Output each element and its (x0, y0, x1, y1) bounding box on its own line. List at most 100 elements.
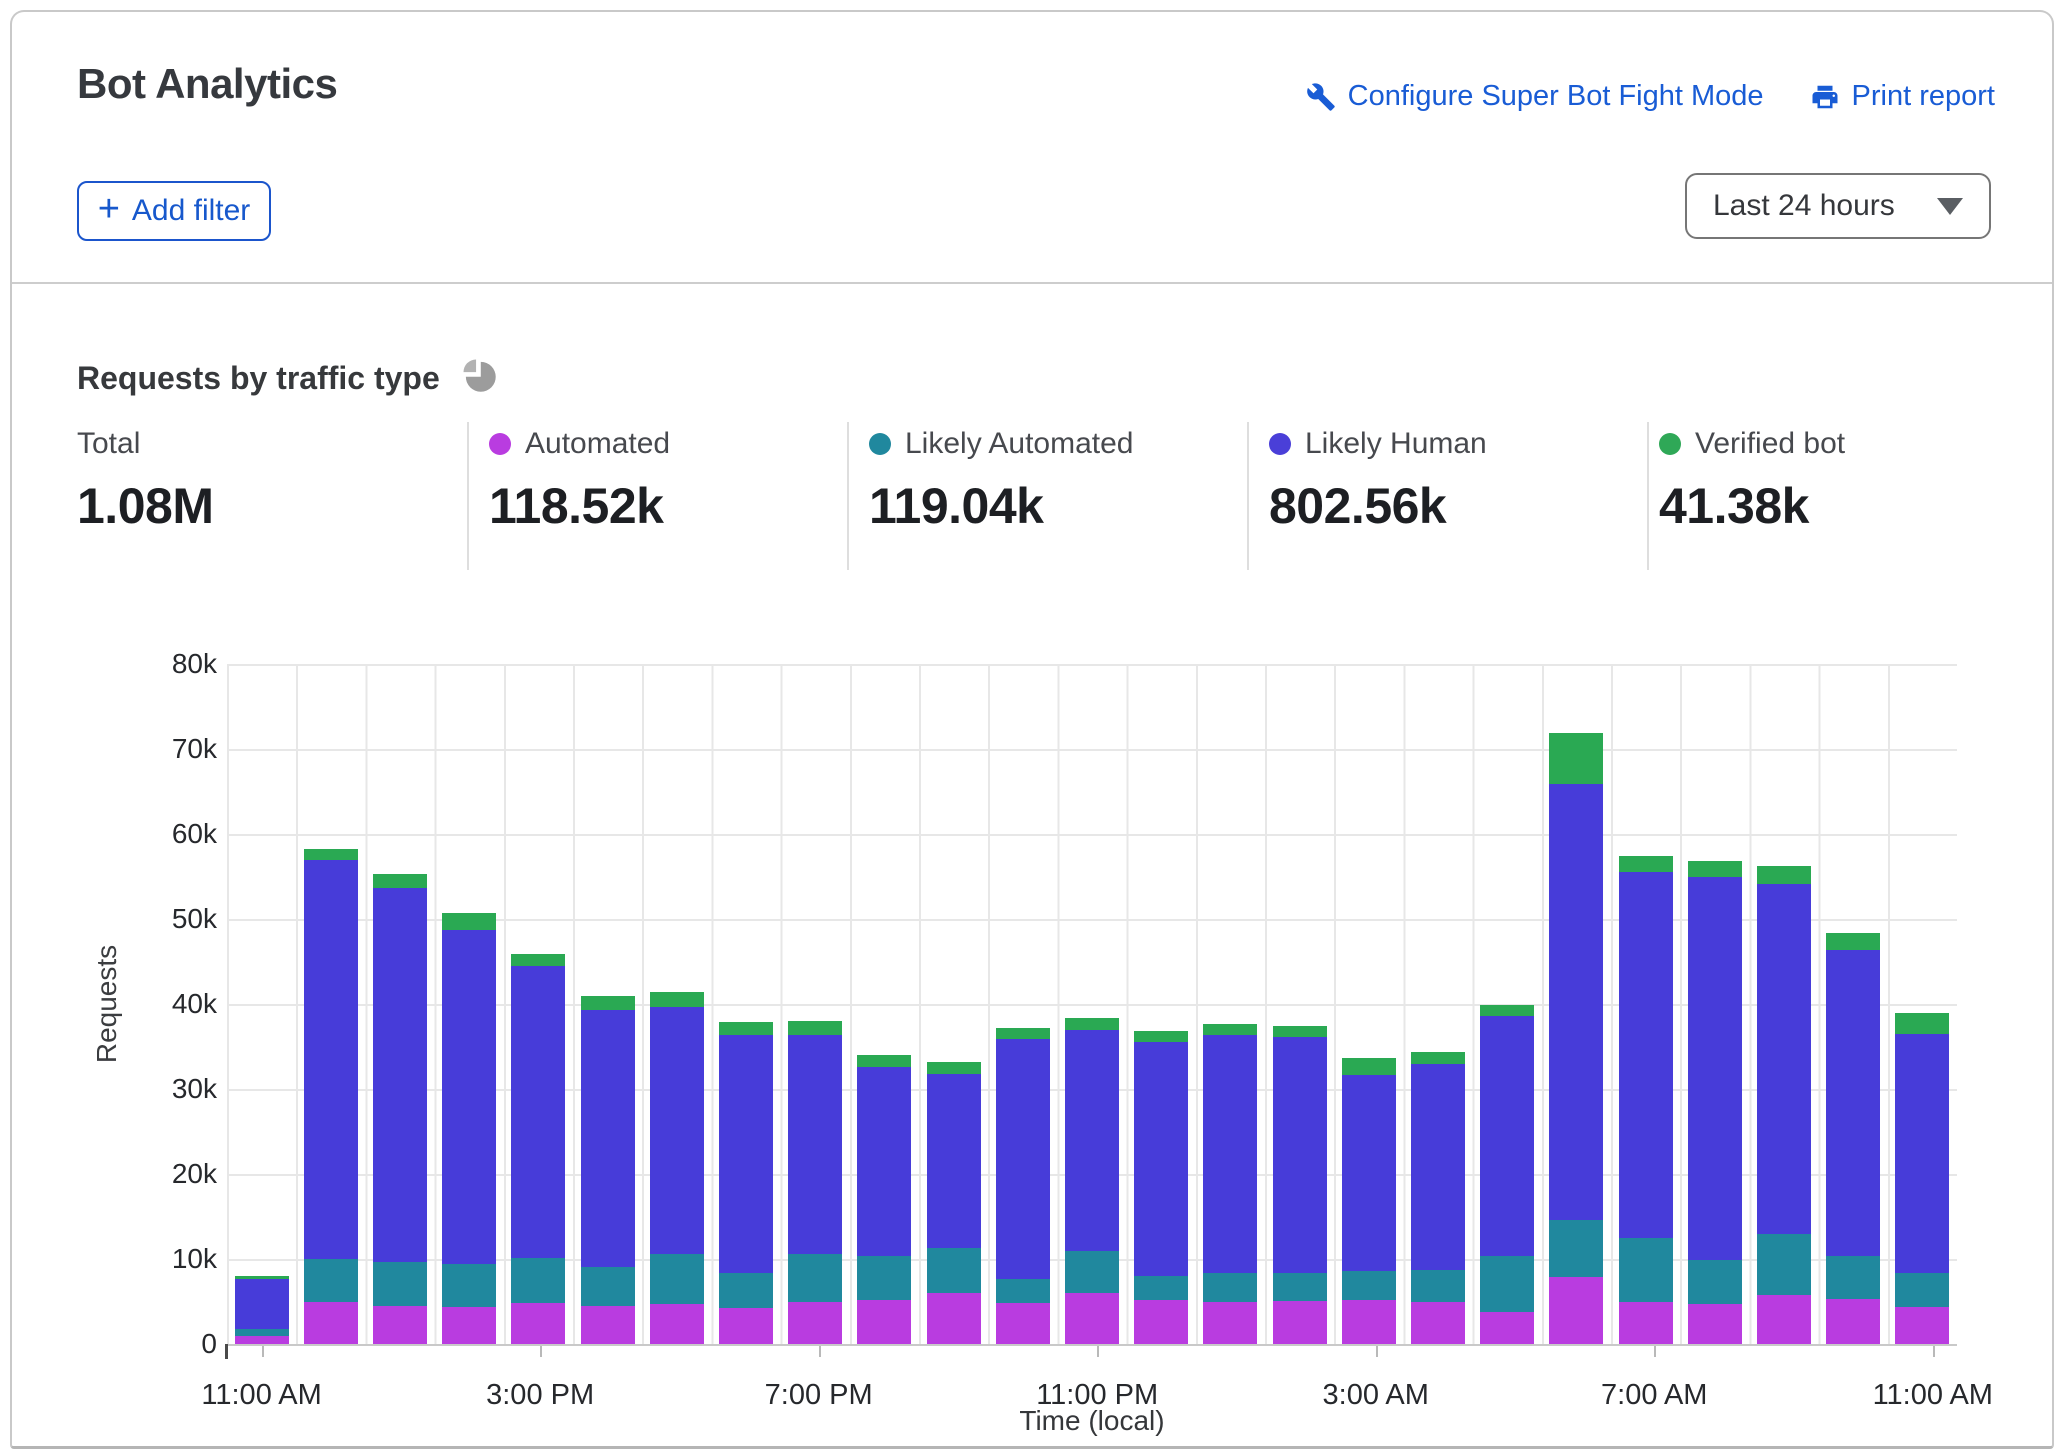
x-tick-label: 3:00 PM (486, 1379, 594, 1412)
stat-automated-label: Automated (525, 427, 670, 461)
bar-10 (927, 1062, 981, 1344)
likely-human-segment (650, 1007, 704, 1254)
verified-bot-segment (1549, 733, 1603, 784)
automated-segment (581, 1306, 635, 1344)
add-filter-label: Add filter (132, 194, 250, 228)
likely-automated-segment (857, 1256, 911, 1299)
automated-segment (1411, 1302, 1465, 1344)
likely-automated-segment (1065, 1251, 1119, 1293)
bar-4 (511, 954, 565, 1344)
add-filter-button[interactable]: + Add filter (77, 181, 271, 241)
stat-verified-bot-label: Verified bot (1695, 427, 1845, 461)
header-divider (12, 282, 2052, 284)
automated-segment (442, 1307, 496, 1344)
y-tick-label: 20k (172, 1158, 217, 1190)
stats-row: Total 1.08M Automated 118.52k Likely Aut… (12, 427, 2052, 577)
likely-human-segment (304, 860, 358, 1259)
bar-3 (442, 913, 496, 1344)
x-tick-mark (1933, 1346, 1935, 1357)
likely-human-segment (1203, 1035, 1257, 1273)
likely-automated-segment (1411, 1270, 1465, 1302)
likely-automated-segment (719, 1273, 773, 1308)
likely-automated-dot (869, 433, 891, 455)
likely-human-segment (1273, 1037, 1327, 1273)
likely-automated-segment (1549, 1220, 1603, 1277)
verified-bot-segment (996, 1028, 1050, 1039)
likely-automated-segment (650, 1254, 704, 1304)
stat-likely-automated-label: Likely Automated (905, 427, 1133, 461)
stat-likely-human-value: 802.56k (1269, 477, 1487, 535)
likely-automated-segment (235, 1329, 289, 1337)
bar-17 (1411, 1052, 1465, 1344)
likely-automated-segment (304, 1259, 358, 1302)
verified-bot-segment (1134, 1031, 1188, 1042)
bar-1 (304, 849, 358, 1344)
bar-13 (1134, 1031, 1188, 1344)
likely-automated-segment (1203, 1273, 1257, 1302)
y-axis-ticks: 010k20k30k40k50k60k70k80k (112, 664, 217, 1344)
automated-segment (719, 1308, 773, 1344)
bar-19 (1549, 733, 1603, 1344)
verified-bot-segment (1757, 866, 1811, 884)
verified-bot-segment (1826, 933, 1880, 950)
bar-0 (235, 1276, 289, 1344)
likely-automated-segment (1688, 1260, 1742, 1304)
time-range-select[interactable]: Last 24 hours (1685, 173, 1991, 239)
bar-23 (1826, 933, 1880, 1344)
likely-automated-segment (1757, 1234, 1811, 1294)
likely-automated-segment (1619, 1238, 1673, 1303)
likely-automated-segment (1895, 1273, 1949, 1307)
stat-verified-bot: Verified bot 41.38k (1659, 427, 1845, 535)
y-tick-label: 50k (172, 903, 217, 935)
likely-human-segment (1411, 1064, 1465, 1270)
automated-segment (927, 1293, 981, 1344)
verified-bot-segment (442, 913, 496, 930)
bar-8 (788, 1021, 842, 1344)
bar-9 (857, 1055, 911, 1344)
bar-5 (581, 996, 635, 1344)
automated-segment (996, 1303, 1050, 1344)
automated-segment (304, 1302, 358, 1344)
verified-bot-segment (788, 1021, 842, 1035)
likely-human-segment (788, 1035, 842, 1254)
verified-bot-segment (581, 996, 635, 1010)
configure-super-bot-fight-mode-link[interactable]: Configure Super Bot Fight Mode (1306, 80, 1764, 113)
x-tick-mark (540, 1346, 542, 1357)
y-tick-label: 10k (172, 1243, 217, 1275)
stats-divider (1247, 422, 1249, 570)
automated-segment (788, 1302, 842, 1344)
stats-divider (1647, 422, 1649, 570)
likely-automated-segment (511, 1258, 565, 1303)
bar-12 (1065, 1018, 1119, 1344)
automated-segment (1826, 1299, 1880, 1344)
bar-7 (719, 1022, 773, 1344)
y-tick-label: 0 (201, 1328, 217, 1360)
stat-automated: Automated 118.52k (489, 427, 670, 535)
x-tick-label: 3:00 AM (1323, 1379, 1429, 1412)
bar-18 (1480, 1005, 1534, 1344)
print-link-label: Print report (1852, 80, 1995, 113)
likely-automated-segment (788, 1254, 842, 1302)
stats-divider (847, 422, 849, 570)
verified-bot-segment (927, 1062, 981, 1074)
stat-automated-value: 118.52k (489, 477, 670, 535)
header-links: Configure Super Bot Fight Mode Print rep… (1306, 80, 1995, 113)
print-report-link[interactable]: Print report (1810, 80, 1995, 113)
section-title: Requests by traffic type (77, 360, 440, 397)
likely-human-segment (996, 1039, 1050, 1280)
likely-human-segment (1549, 784, 1603, 1220)
bar-15 (1273, 1026, 1327, 1344)
automated-segment (857, 1300, 911, 1344)
automated-segment (1619, 1302, 1673, 1344)
verified-bot-segment (1342, 1058, 1396, 1075)
likely-human-segment (857, 1067, 911, 1257)
x-tick-mark (262, 1346, 264, 1357)
likely-human-segment (581, 1010, 635, 1267)
automated-dot (489, 433, 511, 455)
automated-segment (650, 1304, 704, 1344)
stat-likely-automated-value: 119.04k (869, 477, 1133, 535)
verified-bot-segment (304, 849, 358, 860)
bar-16 (1342, 1058, 1396, 1344)
likely-human-dot (1269, 433, 1291, 455)
verified-bot-segment (1895, 1013, 1949, 1034)
